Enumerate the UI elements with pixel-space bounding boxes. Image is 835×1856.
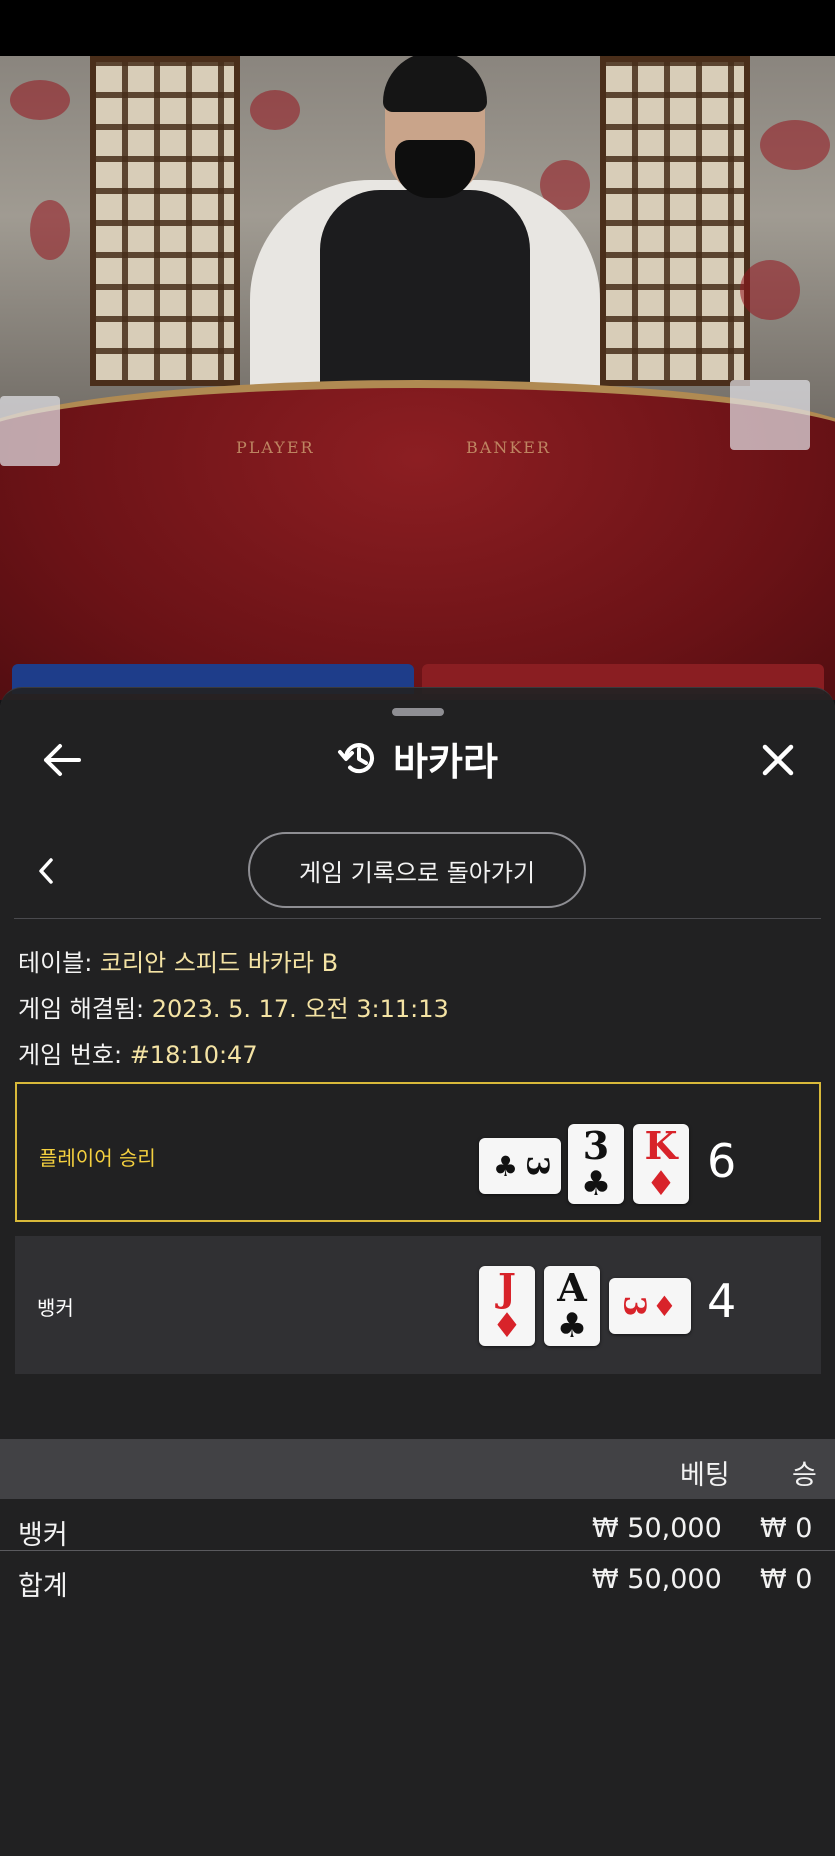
total-win-amount: ₩ 0 <box>760 1564 813 1595</box>
player-card-3: K ♦ <box>633 1124 689 1204</box>
resolved-time: 2023. 5. 17. 오전 3:11:13 <box>151 995 449 1023</box>
game-number-info: 게임 번호: #18:10:47 <box>18 1041 258 1069</box>
bet-name: 뱅커 <box>18 1520 68 1551</box>
col-header-win: 승 <box>792 1460 817 1491</box>
table-label-player: PLAYER <box>236 438 315 457</box>
banker-card-2: A ♣ <box>544 1266 600 1346</box>
win-amount: ₩ 0 <box>760 1513 813 1544</box>
bets-table-header: 베팅 승 <box>0 1439 835 1499</box>
total-bet-amount: ₩ 50,000 <box>592 1564 722 1595</box>
player-card-1: ♣ 3 <box>479 1138 561 1194</box>
banker-label: 뱅커 <box>37 1296 74 1320</box>
close-icon <box>762 744 794 776</box>
prev-game-button[interactable] <box>24 846 68 896</box>
close-button[interactable] <box>746 732 810 788</box>
bet-history-sheet: 바카라 게임 기록으로 돌아가기 테이블: 코리안 스피드 바카라 B 게임 해… <box>0 687 835 1856</box>
page-title: 바카라 <box>393 739 498 784</box>
live-video-feed: PLAYER BANKER <box>0 0 835 700</box>
banker-card-3: 3 ♦ <box>609 1278 691 1334</box>
chevron-left-icon <box>39 858 53 884</box>
game-number: #18:10:47 <box>129 1041 258 1069</box>
player-card-2: 3 ♣ <box>568 1124 624 1204</box>
table-info: 테이블: 코리안 스피드 바카라 B <box>18 949 339 977</box>
history-icon <box>338 743 375 774</box>
baccarat-table <box>0 380 835 700</box>
table-label-banker: BANKER <box>466 438 551 457</box>
banker-card-1: J ♦ <box>479 1266 535 1346</box>
player-score: 6 <box>707 1134 737 1188</box>
total-label: 합계 <box>18 1571 68 1602</box>
player-win-label: 플레이어 승리 <box>39 1146 156 1170</box>
drag-handle[interactable] <box>392 708 444 716</box>
player-result-row: 플레이어 승리 ♣ 3 3 ♣ K ♦ 6 <box>15 1082 821 1222</box>
bet-amount: ₩ 50,000 <box>592 1513 722 1544</box>
col-header-bet: 베팅 <box>680 1460 730 1491</box>
sheet-header: 바카라 <box>0 726 835 790</box>
back-to-history-button[interactable]: 게임 기록으로 돌아가기 <box>248 832 586 908</box>
resolved-info: 게임 해결됨: 2023. 5. 17. 오전 3:11:13 <box>18 995 449 1023</box>
banker-result-row: 뱅커 J ♦ A ♣ 3 ♦ 4 <box>15 1236 821 1374</box>
table-name: 코리안 스피드 바카라 B <box>99 949 339 977</box>
banker-score: 4 <box>707 1274 737 1328</box>
